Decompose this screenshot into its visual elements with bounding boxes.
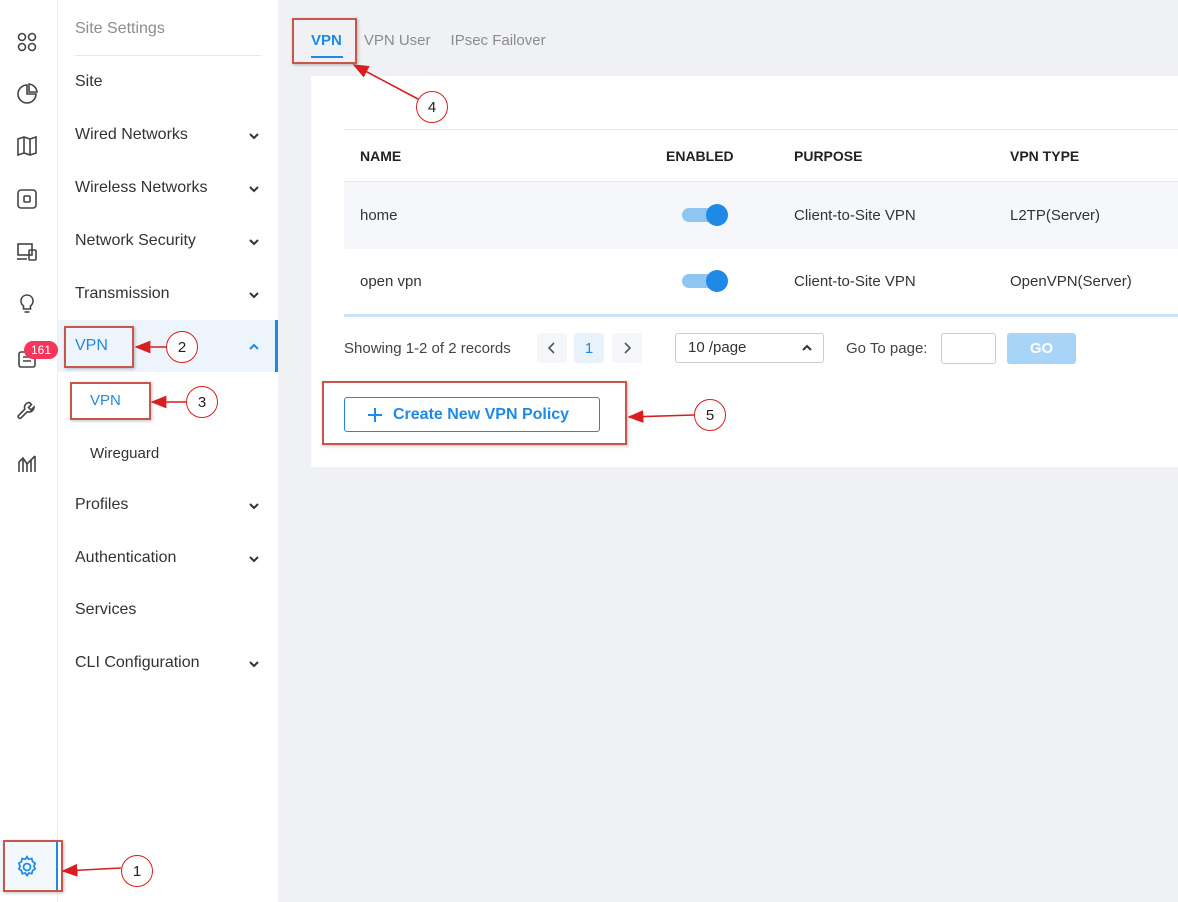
icon-rail: 161 [0, 0, 59, 902]
chevron-up-icon [802, 344, 812, 351]
annotation-marker-1: 1 [121, 855, 153, 887]
vpn-table: NAME ENABLED PURPOSE VPN TYPE home Clien… [344, 129, 1178, 317]
sub-item-wireguard[interactable]: Wireguard [58, 431, 278, 475]
chevron-down-icon [248, 499, 260, 511]
page-size-value: 10 /page [688, 339, 747, 356]
nav-item-label: Wireless Networks [75, 179, 208, 196]
nav-item-network-security[interactable]: Network Security [58, 215, 278, 267]
nav-item-label: Network Security [75, 232, 196, 249]
goto-page-input[interactable] [941, 333, 996, 364]
chevron-left-icon [547, 342, 555, 354]
cell-name: open vpn [344, 248, 649, 317]
statistics-icon[interactable] [13, 80, 41, 108]
chevron-down-icon [248, 235, 260, 247]
go-button[interactable]: GO [1007, 333, 1076, 364]
devices-icon[interactable] [13, 185, 41, 213]
nav-item-label: Transmission [75, 285, 170, 302]
enabled-toggle[interactable] [682, 270, 728, 293]
sub-item-label: Wireguard [90, 444, 160, 462]
cell-enabled [649, 181, 779, 249]
nav-item-services[interactable]: Services [58, 584, 278, 636]
cell-name: home [344, 181, 649, 249]
sub-item-vpn[interactable]: VPN [58, 378, 278, 422]
site-settings-nav: Site Settings Site Wired Networks Wirele… [58, 0, 278, 902]
annotation-marker-2: 2 [166, 331, 198, 363]
nav-item-wired-networks[interactable]: Wired Networks [58, 109, 278, 161]
enabled-toggle[interactable] [682, 204, 728, 227]
table-row[interactable]: open vpn Client-to-Site VPN OpenVPN(Serv… [344, 248, 1178, 317]
nav-item-authentication[interactable]: Authentication [58, 532, 278, 584]
sub-item-label: VPN [90, 391, 121, 409]
chevron-up-icon [248, 340, 260, 352]
cell-purpose: Client-to-Site VPN [779, 181, 995, 249]
create-button-label: Create New VPN Policy [393, 405, 570, 423]
nav-item-label: Wired Networks [75, 126, 188, 143]
table-header-row: NAME ENABLED PURPOSE VPN TYPE [344, 129, 1178, 182]
nav-item-site[interactable]: Site [58, 56, 278, 108]
cell-enabled [649, 248, 779, 317]
chevron-down-icon [248, 182, 260, 194]
annotation-marker-4: 4 [416, 91, 448, 123]
plus-icon [368, 407, 382, 422]
goto-page-label: Go To page: [846, 340, 928, 357]
next-page-button[interactable] [612, 333, 642, 363]
vpn-tabs: VPN VPN User IPsec Failover [311, 32, 556, 58]
nav-item-label: Profiles [75, 496, 129, 513]
column-header-enabled[interactable]: ENABLED [649, 129, 779, 182]
vpn-policy-card: NAME ENABLED PURPOSE VPN TYPE home Clien… [311, 76, 1178, 467]
reports-icon[interactable] [13, 450, 41, 478]
logs-count-badge: 161 [24, 341, 58, 359]
pagination-summary: Showing 1-2 of 2 records [344, 340, 511, 357]
nav-item-label: Services [75, 601, 137, 618]
insights-icon[interactable] [13, 290, 41, 318]
nav-item-label: VPN [75, 337, 108, 354]
tab-vpn-user[interactable]: VPN User [364, 32, 441, 56]
nav-item-wireless-networks[interactable]: Wireless Networks [58, 162, 278, 214]
table-row[interactable]: home Client-to-Site VPN L2TP(Server) [344, 181, 1178, 249]
settings-icon [17, 855, 37, 878]
chevron-down-icon [248, 129, 260, 141]
nav-item-transmission[interactable]: Transmission [58, 268, 278, 320]
chevron-down-icon [248, 288, 260, 300]
clients-icon[interactable] [13, 238, 41, 266]
nav-item-label: Site [75, 73, 103, 90]
chevron-right-icon [624, 342, 632, 354]
cell-vpn-type: L2TP(Server) [995, 181, 1178, 249]
tab-ipsec-failover[interactable]: IPsec Failover [451, 32, 556, 56]
column-header-name[interactable]: NAME [344, 129, 649, 182]
column-header-vpn-type[interactable]: VPN TYPE [995, 129, 1178, 182]
nav-item-label: CLI Configuration [75, 654, 200, 671]
tools-icon[interactable] [13, 397, 41, 425]
prev-page-button[interactable] [537, 333, 567, 363]
dashboard-icon[interactable] [13, 28, 41, 56]
page-number-button[interactable]: 1 [574, 333, 604, 363]
annotation-marker-5: 5 [694, 399, 726, 431]
subnav-title: Site Settings [75, 20, 165, 37]
nav-item-label: Authentication [75, 549, 177, 566]
chevron-down-icon [248, 552, 260, 564]
map-icon[interactable] [13, 132, 41, 160]
nav-item-profiles[interactable]: Profiles [58, 479, 278, 531]
cell-vpn-type: OpenVPN(Server) [995, 248, 1178, 317]
chevron-down-icon [248, 657, 260, 669]
nav-item-cli-configuration[interactable]: CLI Configuration [58, 637, 278, 689]
tab-vpn[interactable]: VPN [311, 32, 352, 58]
page-size-select[interactable]: 10 /page [675, 333, 824, 363]
annotation-marker-3: 3 [186, 386, 218, 418]
cell-purpose: Client-to-Site VPN [779, 248, 995, 317]
column-header-purpose[interactable]: PURPOSE [779, 129, 995, 182]
create-vpn-policy-button[interactable]: Create New VPN Policy [344, 397, 600, 432]
settings-nav-item[interactable] [0, 842, 59, 892]
